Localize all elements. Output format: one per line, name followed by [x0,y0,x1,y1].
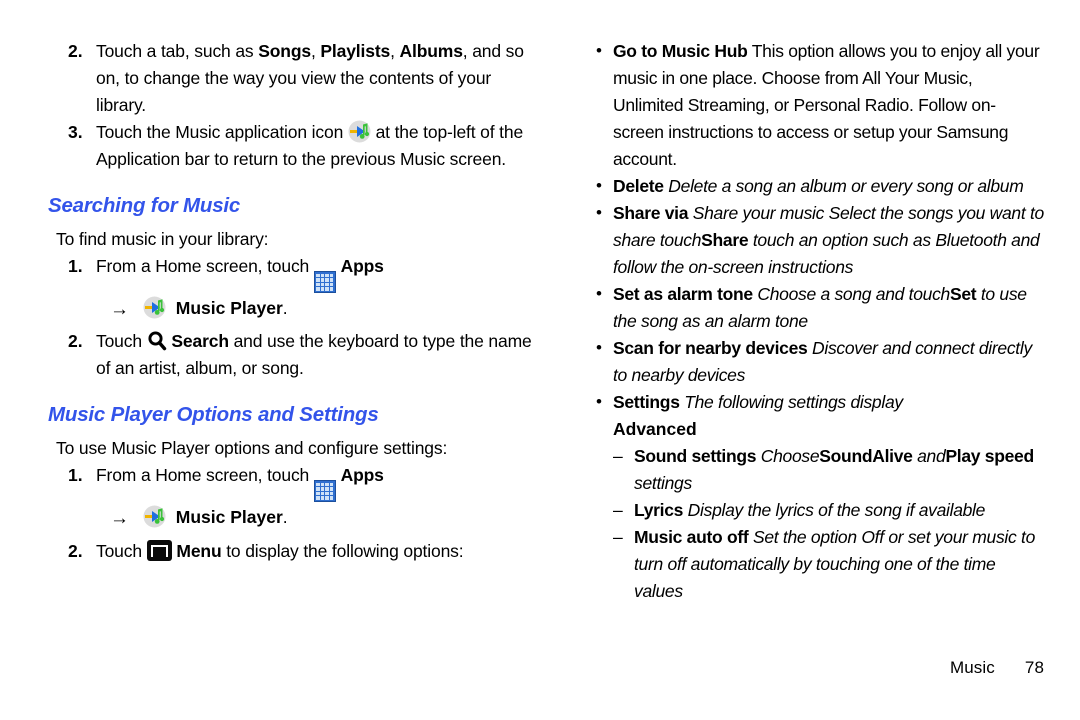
sentence-period: . [283,298,288,318]
step-text: From a Home screen, touch Apps [96,256,384,276]
advanced-setting-item: –Music auto off Set the option Off or se… [596,524,1044,605]
text-segment: Display the lyrics of the song if availa… [683,500,985,520]
text-segment: Delete [613,176,664,196]
text-segment: Set as alarm tone [613,284,753,304]
text-segment: The following settings display [680,392,903,412]
advanced-sub-heading: Advanced [596,416,1044,443]
apps-label: Apps [341,256,384,276]
step-number: 2. [68,538,83,565]
music-player-icon [348,120,371,143]
bullet-marker: • [596,334,602,361]
bullet-marker: • [596,37,602,64]
page-footer: Music 78 [950,658,1044,678]
music-player-icon [143,296,166,319]
step-text-part: Touch [96,541,142,561]
step-text-part: to display the following options: [221,541,463,561]
step-item: 1. From a Home screen, touch Apps [48,253,540,293]
text-segment: settings [634,473,692,493]
step-text: Touch Menu to display the following opti… [96,541,463,561]
option-bullet: •Scan for nearby devices Discover and co… [596,335,1044,389]
option-bullet: • Settings The following settings display [596,389,1044,416]
text-segment: Choose [756,446,819,466]
advanced-setting-item: –Lyrics Display the lyrics of the song i… [596,497,1044,524]
bullet-marker: • [596,388,602,415]
advanced-setting-item: –Sound settings ChooseSoundAlive andPlay… [596,443,1044,497]
lead-in-text: To use Music Player options and configur… [48,435,540,462]
search-label: Search [171,331,228,351]
music-player-label: Music Player [176,298,283,318]
bullet-marker: • [596,199,602,226]
menu-icon [147,540,172,561]
footer-section-label: Music [950,658,995,677]
step-item: 2. Touch Search and use the keyboard to … [48,328,540,382]
music-player-label: Music Player [176,507,283,527]
text-segment: Music auto off [634,527,748,547]
text-segment: Share [701,230,748,250]
text-segment: Delete a song an album or every song or … [664,176,1024,196]
step-item: 2. Touch a tab, such as Songs, Playlists… [48,38,540,119]
options-bullet-list: •Go to Music Hub This option allows you … [596,38,1044,605]
option-bullet: • Set as alarm tone Choose a song and tou… [596,281,1044,335]
section-heading-options: Music Player Options and Settings [48,402,540,428]
lead-in-text: To find music in your library: [48,226,540,253]
step-text-part: From a Home screen, touch [96,465,309,485]
step-item: 1. From a Home screen, touch Apps [48,462,540,502]
dash-marker: – [613,524,622,551]
step-text-part: Touch [96,331,142,351]
section-heading-searching: Searching for Music [48,193,540,219]
step-text-part: From a Home screen, touch [96,256,309,276]
search-icon [147,330,167,351]
dash-marker: – [613,497,622,524]
step-item: 2. Touch Menu to display the following o… [48,538,540,565]
dash-marker: – [613,443,622,470]
bullet-marker: • [596,280,602,307]
text-segment: Settings [613,392,680,412]
arrow-right-icon: → [110,299,129,320]
text-segment: Lyrics [634,500,683,520]
apps-grid-icon [314,480,336,502]
text-segment: and [913,446,946,466]
option-bullet: •Go to Music Hub This option allows you … [596,38,1044,173]
text-segment: Go to Music Hub [613,41,748,61]
step-sub-line: → Music Player. [48,502,540,534]
right-column: •Go to Music Hub This option allows you … [596,0,1044,605]
step-number: 1. [68,462,83,489]
text-segment: Scan for nearby devices [613,338,807,358]
music-player-icon [143,505,166,528]
text-segment: Choose a song and touch [753,284,950,304]
arrow-right-icon: → [110,508,129,529]
step-text: Touch a tab, such as Songs, Playlists, A… [96,41,524,115]
manual-page: 2. Touch a tab, such as Songs, Playlists… [0,0,1080,720]
step-number: 2. [68,38,83,65]
text-segment: Set [950,284,976,304]
step-text: Touch the Music application icon at the … [96,122,523,169]
step-item: 3. Touch the Music application icon at t… [48,119,540,173]
apps-label: Apps [341,465,384,485]
step-number: 1. [68,253,83,280]
step-text: From a Home screen, touch Apps [96,465,384,485]
step-number: 3. [68,119,83,146]
text-segment: Play speed [945,446,1033,466]
text-segment: Share via [613,203,688,223]
apps-grid-icon [314,271,336,293]
option-bullet: • Delete Delete a song an album or every … [596,173,1044,200]
menu-label: Menu [176,541,221,561]
option-bullet: •Share via Share your music Select the s… [596,200,1044,281]
left-column: 2. Touch a tab, such as Songs, Playlists… [48,0,540,565]
step-text: Touch Search and use the keyboard to typ… [96,331,532,378]
text-segment: Sound settings [634,446,756,466]
footer-page-number: 78 [1025,658,1044,677]
step-number: 2. [68,328,83,355]
bullet-marker: • [596,172,602,199]
sentence-period: . [283,507,288,527]
text-segment: SoundAlive [819,446,912,466]
step-sub-line: → Music Player. [48,293,540,325]
